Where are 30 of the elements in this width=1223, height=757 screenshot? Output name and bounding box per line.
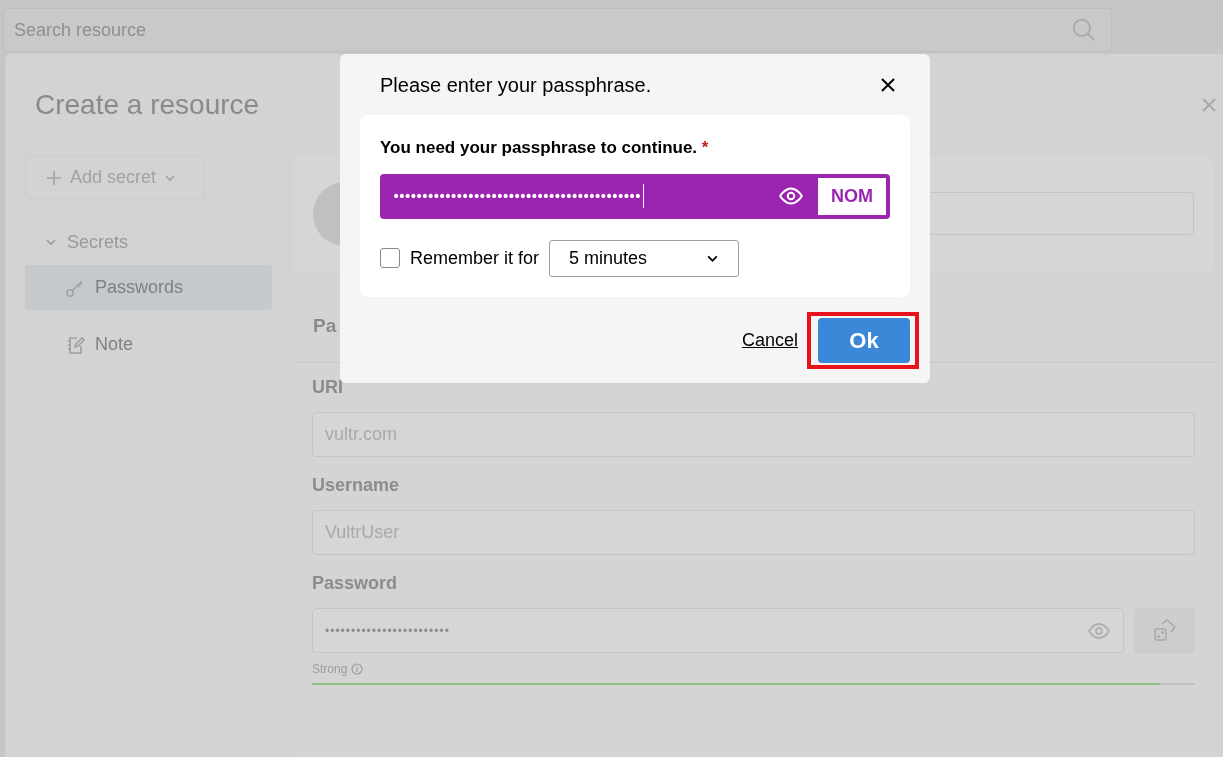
chevron-down-icon [45, 236, 57, 248]
checkbox-label: Remember it for [410, 246, 540, 270]
ok-button[interactable]: Ok [818, 317, 910, 363]
sidebar-item[interactable]: Passwords [25, 265, 272, 310]
key-icon [65, 277, 85, 298]
field-label: Username [312, 473, 401, 497]
cancel-link[interactable]: Cancel [741, 326, 798, 354]
sidebar-item[interactable]: Note [25, 322, 272, 367]
generate-password-button[interactable] [1134, 608, 1195, 653]
security-token-badge: NOM [818, 177, 886, 215]
section-heading: Pa [313, 314, 337, 339]
close-icon[interactable] [881, 77, 895, 92]
field-label: Password [312, 571, 399, 595]
dialog-title: Please enter your passphrase. [380, 72, 652, 98]
remember-checkbox[interactable] [380, 248, 400, 268]
password-field[interactable]: •••••••••••••••••••••••• [312, 608, 1124, 653]
dice-icon [1151, 617, 1178, 644]
search-field[interactable]: Search resource [3, 8, 1112, 52]
info-icon[interactable] [351, 663, 364, 675]
duration-select[interactable]: 5 minutes [549, 239, 740, 277]
plus-icon [46, 169, 62, 186]
search-icon[interactable] [1071, 17, 1097, 43]
tree-label: Secrets [67, 230, 129, 254]
tree-group[interactable]: Secrets [25, 225, 272, 259]
strength-label: Strong [312, 661, 348, 678]
passphrase-field[interactable]: ••••••••••••••••••••••••••••••••••••••••••• NOM [380, 173, 890, 219]
field-label: URI [312, 375, 344, 399]
field-label: You need your passphrase to continue. * [380, 137, 710, 159]
panel-title: Create a resource [35, 88, 260, 122]
notepad-icon [65, 334, 85, 355]
